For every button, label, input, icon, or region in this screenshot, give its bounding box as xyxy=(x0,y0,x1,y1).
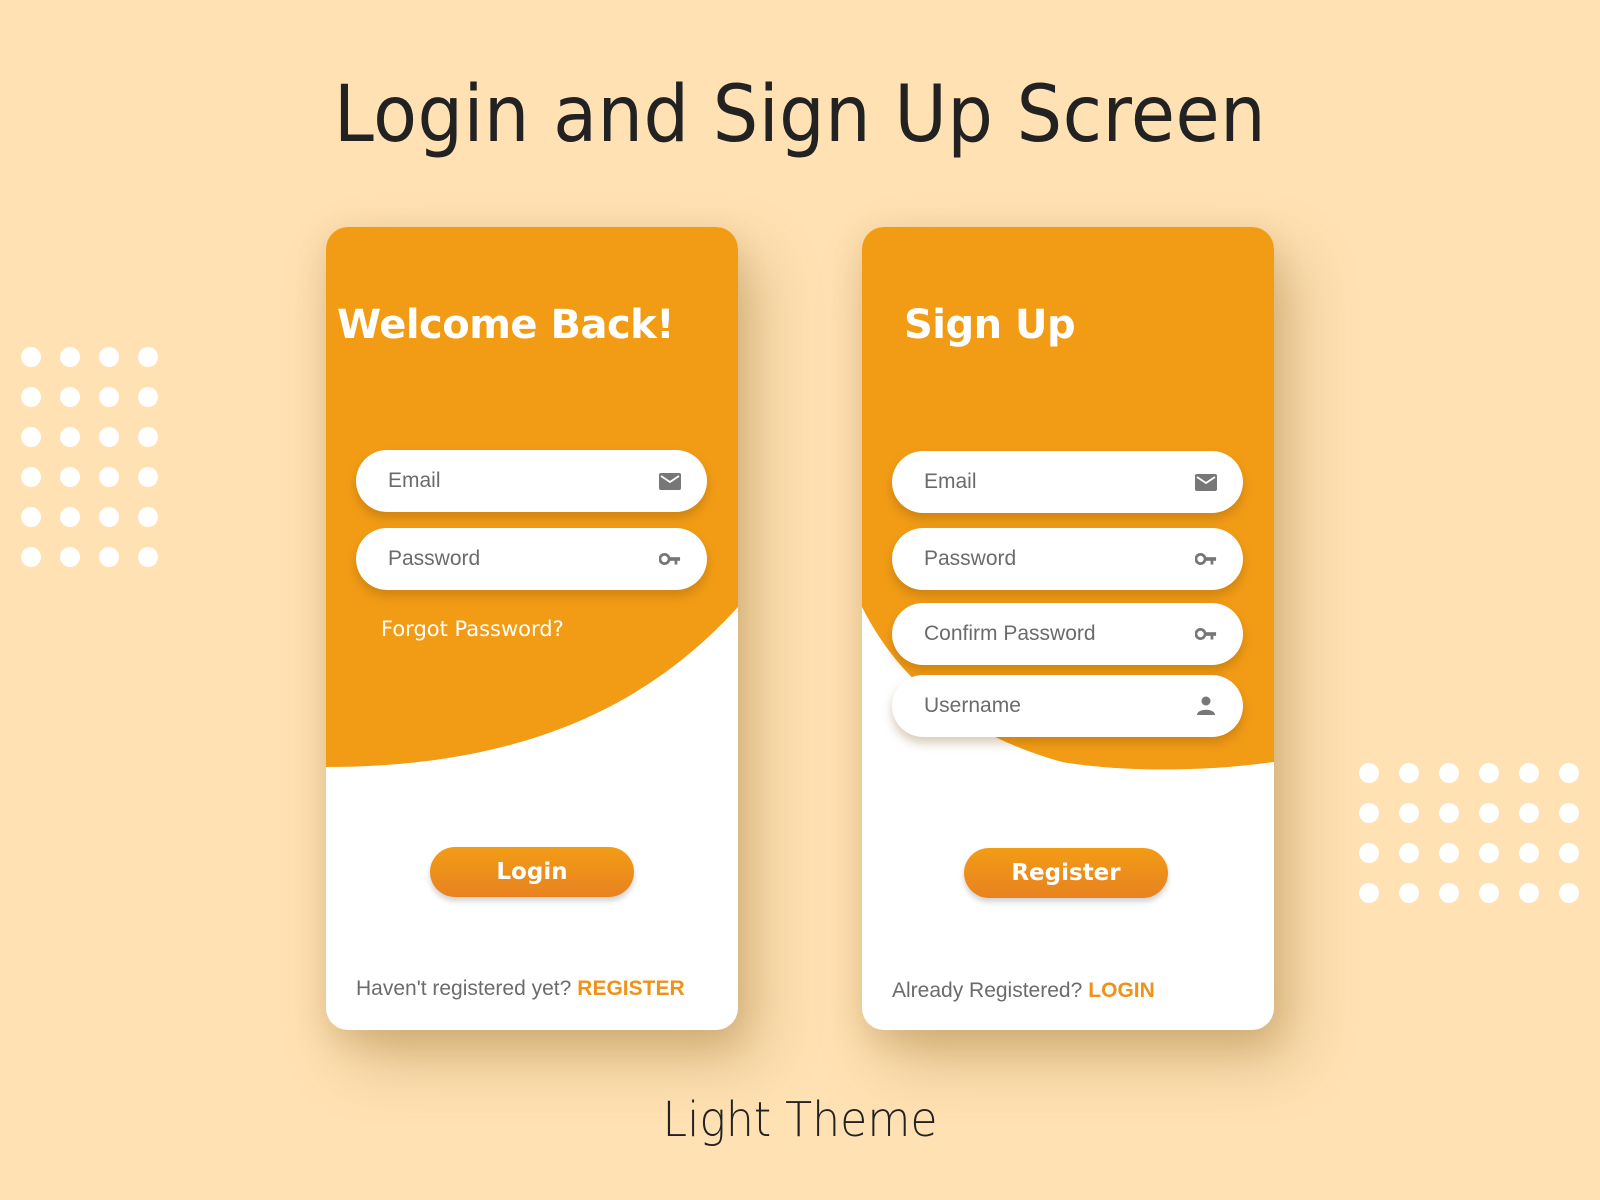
register-link[interactable]: REGISTER xyxy=(577,977,684,1000)
mail-icon xyxy=(659,470,681,492)
login-heading: Welcome Back! xyxy=(337,302,675,348)
key-icon xyxy=(659,548,681,570)
theme-caption: Light Theme xyxy=(662,1092,938,1148)
signup-username-input[interactable] xyxy=(924,694,1195,718)
login-password-input[interactable] xyxy=(388,547,659,571)
signup-footer: Already Registered? LOGIN xyxy=(892,979,1155,1003)
signup-email-field[interactable] xyxy=(892,451,1243,513)
login-link[interactable]: LOGIN xyxy=(1088,979,1155,1002)
decorative-dot-grid-left xyxy=(21,347,158,567)
signup-confirm-password-input[interactable] xyxy=(924,622,1195,646)
signup-password-input[interactable] xyxy=(924,547,1195,571)
signup-password-field[interactable] xyxy=(892,528,1243,590)
signup-heading: Sign Up xyxy=(904,302,1076,348)
login-password-field[interactable] xyxy=(356,528,707,590)
mail-icon xyxy=(1195,471,1217,493)
signup-confirm-password-field[interactable] xyxy=(892,603,1243,665)
key-icon xyxy=(1195,623,1217,645)
login-email-input[interactable] xyxy=(388,469,659,493)
person-icon xyxy=(1195,695,1217,717)
signup-username-field[interactable] xyxy=(892,675,1243,737)
login-footer-text: Haven't registered yet? xyxy=(356,977,572,1000)
login-button[interactable]: Login xyxy=(430,847,634,897)
page-title: Login and Sign Up Screen xyxy=(333,70,1267,160)
login-footer: Haven't registered yet? REGISTER xyxy=(356,977,685,1001)
key-icon xyxy=(1195,548,1217,570)
signup-email-input[interactable] xyxy=(924,470,1195,494)
login-card: Welcome Back! Forgot Password? Login Hav… xyxy=(326,227,738,1030)
signup-footer-text: Already Registered? xyxy=(892,979,1083,1002)
forgot-password-link[interactable]: Forgot Password? xyxy=(381,617,564,641)
signup-card: Sign Up Register Already Registered?LOGI… xyxy=(862,227,1274,1030)
register-button[interactable]: Register xyxy=(964,848,1168,898)
decorative-dot-grid-right xyxy=(1359,763,1579,903)
login-email-field[interactable] xyxy=(356,450,707,512)
